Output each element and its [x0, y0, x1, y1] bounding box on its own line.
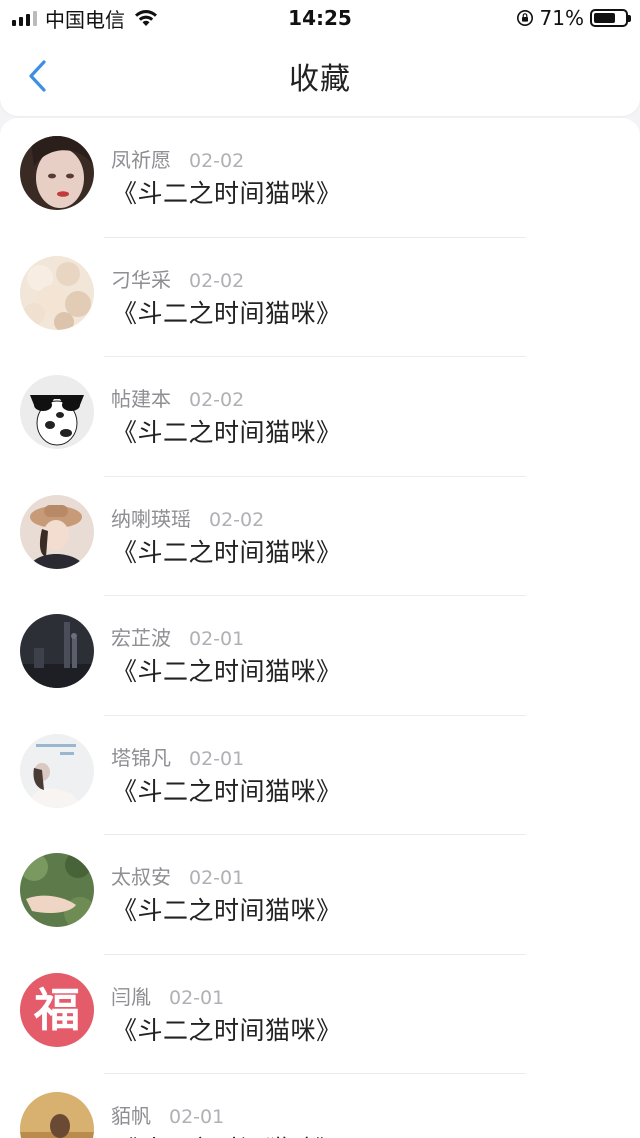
item-title: 《斗二之时间猫咪》 [112, 1015, 342, 1045]
item-title: 《斗二之时间猫咪》 [112, 418, 342, 447]
battery-icon [590, 9, 631, 27]
list-item[interactable]: 太叔安 02-01 《斗二之时间猫咪》 [0, 835, 640, 955]
list-item[interactable]: 纳喇瑛瑶 02-02 《斗二之时间猫咪》 [0, 477, 640, 596]
favorites-list: 凤祈愿 02-02 《斗二之时间猫咪》 刁华采 02-02 《斗二之时间猫咪》 [0, 118, 640, 1138]
list-item[interactable]: 貊帆 02-01 《斗二之时间猫咪》 [0, 1074, 640, 1138]
girl-hat-avatar [20, 494, 94, 569]
battery-percent: 71% [539, 6, 584, 30]
item-meta: 帖建本 02-02 [111, 383, 244, 412]
girl-portrait-avatar [20, 136, 94, 210]
flowers-avatar [20, 255, 94, 330]
user-name: 帖建本 [111, 387, 171, 411]
item-meta: 貊帆 02-01 [111, 1100, 224, 1129]
item-date: 02-02 [189, 150, 245, 172]
user-name: 貊帆 [111, 1104, 151, 1128]
avatar-text: 福 [34, 982, 80, 1037]
list-item[interactable]: 福 闫胤 02-01 《斗二之时间猫咪》 [0, 955, 640, 1074]
item-meta: 太叔安 02-01 [111, 861, 244, 890]
user-name: 宏芷波 [111, 626, 171, 650]
nav-bar: 收藏 [0, 36, 640, 116]
dark-street-avatar [20, 614, 94, 688]
item-meta: 刁华采 02-02 [111, 264, 244, 293]
user-name: 纳喇瑛瑶 [111, 506, 191, 531]
list-item[interactable]: 刁华采 02-02 《斗二之时间猫咪》 [0, 238, 640, 357]
battery-level [594, 13, 616, 23]
user-name: 塔锦凡 [111, 745, 171, 770]
item-title: 《斗二之时间猫咪》 [112, 896, 342, 925]
hand-greenery-avatar [20, 853, 94, 927]
item-date: 02-01 [189, 747, 245, 770]
item-date: 02-01 [169, 1106, 225, 1128]
user-name: 太叔安 [111, 865, 171, 889]
reading-girl-avatar [20, 733, 94, 808]
item-meta: 凤祈愿 02-02 [111, 144, 244, 173]
carrier-label: 中国电信 [45, 7, 125, 32]
rotation-lock-icon [516, 10, 533, 26]
page-title: 收藏 [289, 62, 351, 97]
item-title: 《斗二之时间猫咪》 [112, 298, 342, 328]
user-name: 凤祈愿 [111, 148, 171, 172]
item-title: 《斗二之时间猫咪》 [112, 1130, 342, 1138]
item-date: 02-02 [189, 389, 245, 411]
item-meta: 纳喇瑛瑶 02-02 [111, 503, 264, 532]
back-button[interactable] [18, 56, 58, 96]
user-name: 刁华采 [111, 267, 171, 292]
item-date: 02-02 [209, 508, 265, 531]
item-title: 《斗二之时间猫咪》 [112, 537, 342, 567]
item-date: 02-01 [189, 867, 245, 889]
signal-icon [12, 10, 37, 26]
status-left: 中国电信 [12, 4, 159, 33]
list-item[interactable]: 塔锦凡 02-01 《斗二之时间猫咪》 [0, 716, 640, 835]
status-bar: 中国电信 14:25 71% [0, 0, 640, 36]
list-item[interactable]: 凤祈愿 02-02 《斗二之时间猫咪》 [0, 118, 640, 238]
item-date: 02-02 [189, 269, 245, 292]
wifi-icon [135, 10, 157, 26]
item-meta: 闫胤 02-01 [111, 981, 224, 1010]
list-item[interactable]: 帖建本 02-02 《斗二之时间猫咪》 [0, 357, 640, 477]
cow-sunglasses-avatar [20, 375, 94, 449]
item-title: 《斗二之时间猫咪》 [112, 657, 342, 686]
chevron-left-icon [29, 60, 46, 92]
sunset-girl-avatar [20, 1092, 94, 1138]
status-right: 71% [516, 6, 631, 30]
user-name: 闫胤 [111, 984, 151, 1009]
fu-character-avatar: 福 [20, 972, 94, 1047]
item-meta: 塔锦凡 02-01 [111, 742, 244, 771]
item-date: 02-01 [169, 986, 225, 1009]
item-title: 《斗二之时间猫咪》 [112, 179, 342, 208]
list-item[interactable]: 宏芷波 02-01 《斗二之时间猫咪》 [0, 596, 640, 716]
item-title: 《斗二之时间猫咪》 [112, 776, 342, 806]
item-meta: 宏芷波 02-01 [111, 622, 244, 651]
item-date: 02-01 [189, 628, 245, 650]
favorites-screen: 中国电信 14:25 71% 收藏 凤祈愿 02-02 《斗二之时间猫咪》 刁华… [0, 0, 640, 1138]
